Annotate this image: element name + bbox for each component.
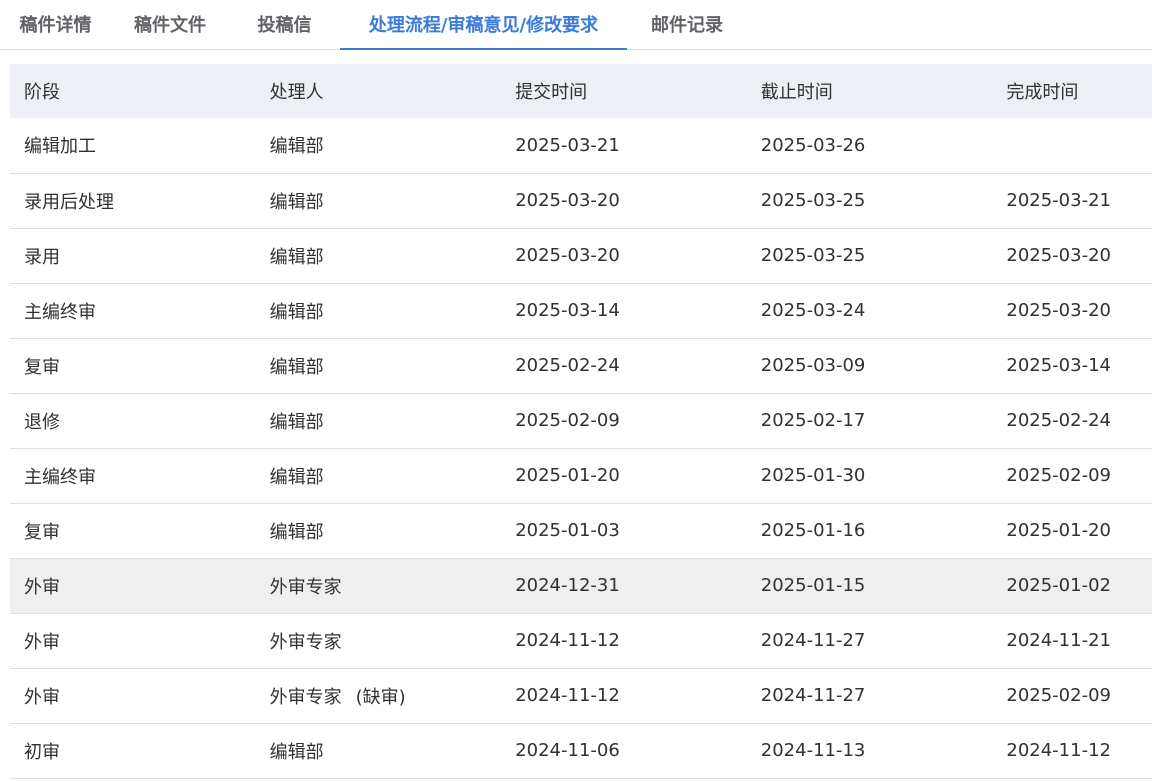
cell-stage: 主编终审: [24, 301, 96, 323]
cell-handler: 编辑部: [269, 136, 324, 158]
cell-handler: 编辑部: [269, 466, 324, 488]
cell-stage: 初审: [24, 741, 60, 763]
table-row[interactable]: 外审 外审专家 2024-11-12 2024-11-27 2024-11-21: [10, 613, 1152, 668]
cell-deadline: 2025-01-15: [760, 575, 866, 596]
cell-handler: 编辑部: [269, 411, 324, 433]
cell-deadline: 2024-11-27: [760, 685, 866, 706]
cell-submitted: 2024-12-31: [515, 575, 620, 596]
cell-deadline: 2025-01-16: [760, 520, 866, 541]
table-row[interactable]: 录用后处理 编辑部 2025-03-20 2025-03-25 2025-03-…: [10, 173, 1152, 228]
cell-handler: 编辑部: [269, 246, 324, 268]
cell-completed: 2025-03-20: [1006, 245, 1111, 266]
cell-submitted: 2024-11-12: [515, 630, 620, 651]
table-row[interactable]: 编辑加工 编辑部 2025-03-21 2025-03-26: [10, 118, 1152, 173]
cell-stage: 编辑加工: [24, 136, 96, 158]
cell-deadline: 2024-11-13: [760, 740, 866, 761]
cell-deadline: 2025-03-25: [760, 245, 866, 266]
cell-completed: 2025-03-14: [1006, 355, 1111, 376]
table-row-highlighted[interactable]: 外审 外审专家 2024-12-31 2025-01-15 2025-01-02: [10, 558, 1152, 613]
cell-stage: 复审: [24, 356, 60, 378]
tab-manuscript-files[interactable]: 稿件文件: [111, 0, 229, 50]
cell-completed: 2025-02-09: [1006, 685, 1111, 706]
cell-submitted: 2025-02-09: [515, 410, 620, 431]
table-row[interactable]: 录用 编辑部 2025-03-20 2025-03-25 2025-03-20: [10, 228, 1152, 283]
cell-deadline: 2024-11-27: [760, 630, 866, 651]
table-row[interactable]: 主编终审 编辑部 2025-01-20 2025-01-30 2025-02-0…: [10, 448, 1152, 503]
cell-stage: 退修: [24, 411, 60, 433]
cell-completed: 2025-01-20: [1006, 520, 1111, 541]
process-table-container: 阶段 处理人 提交时间 截止时间 完成时间 编辑加工 编辑部 2025-03-2…: [10, 64, 1152, 779]
cell-stage: 录用: [24, 246, 60, 268]
process-table: 阶段 处理人 提交时间 截止时间 完成时间 编辑加工 编辑部 2025-03-2…: [10, 64, 1152, 779]
tab-cover-letter[interactable]: 投稿信: [229, 0, 340, 50]
cell-submitted: 2025-01-03: [515, 520, 620, 541]
cell-deadline: 2025-03-24: [760, 300, 866, 321]
tab-process-review-revision[interactable]: 处理流程/审稿意见/修改要求: [340, 0, 627, 50]
cell-deadline: 2025-03-25: [760, 190, 866, 211]
cell-submitted: 2025-03-21: [515, 134, 620, 156]
cell-handler: 编辑部: [269, 191, 324, 213]
table-row[interactable]: 主编终审 编辑部 2025-03-14 2025-03-24 2025-03-2…: [10, 283, 1152, 338]
handler-name: 外审专家: [269, 686, 342, 708]
cell-handler: 外审专家: [269, 631, 342, 653]
cell-completed: 2024-11-21: [1006, 630, 1111, 651]
cell-handler: 编辑部: [269, 741, 324, 763]
table-row[interactable]: 外审 外审专家 (缺审) 2024-11-12 2024-11-27 2025-0…: [10, 668, 1152, 723]
cell-stage: 录用后处理: [24, 191, 114, 213]
table-row[interactable]: 复审 编辑部 2025-02-24 2025-03-09 2025-03-14: [10, 338, 1152, 393]
column-header-deadline: 截止时间: [760, 82, 833, 103]
cell-deadline: 2025-01-30: [760, 465, 866, 486]
table-row[interactable]: 初审 编辑部 2024-11-06 2024-11-13 2024-11-12: [10, 723, 1152, 778]
cell-stage: 复审: [24, 521, 60, 543]
cell-handler: 编辑部: [269, 356, 324, 378]
column-header-handler: 处理人: [269, 82, 324, 103]
column-header-completed-time: 完成时间: [1006, 82, 1079, 103]
cell-submitted: 2024-11-06: [515, 740, 620, 761]
cell-completed: 2025-03-21: [1006, 190, 1111, 211]
table-header-row: 阶段 处理人 提交时间 截止时间 完成时间: [10, 64, 1152, 118]
table-header: 阶段 处理人 提交时间 截止时间 完成时间: [10, 64, 1152, 118]
cell-deadline: 2025-03-26: [760, 134, 866, 156]
cell-submitted: 2025-03-14: [515, 300, 620, 321]
cell-submitted: 2025-03-20: [515, 245, 620, 266]
cell-submitted: 2025-02-24: [515, 355, 620, 376]
cell-handler: 外审专家: [269, 576, 342, 598]
cell-completed: 2025-02-24: [1006, 410, 1111, 431]
cell-completed: 2025-01-02: [1006, 575, 1111, 596]
cell-handler: 编辑部: [269, 301, 324, 323]
cell-deadline: 2025-02-17: [760, 410, 866, 431]
table-body: 编辑加工 编辑部 2025-03-21 2025-03-26 录用后处理 编辑部…: [10, 118, 1152, 778]
cell-completed: 2025-02-09: [1006, 465, 1111, 486]
cell-stage: 外审: [24, 686, 60, 708]
cell-completed: 2025-03-20: [1006, 300, 1111, 321]
cell-deadline: 2025-03-09: [760, 355, 866, 376]
cell-submitted: 2024-11-12: [515, 685, 620, 706]
tab-email-records[interactable]: 邮件记录: [627, 0, 747, 50]
cell-stage: 外审: [24, 631, 60, 653]
cell-handler: 编辑部: [269, 521, 324, 543]
cell-stage: 外审: [24, 576, 60, 598]
column-header-submitted-time: 提交时间: [515, 82, 588, 103]
column-header-stage: 阶段: [24, 82, 60, 103]
cell-handler: 外审专家 (缺审): [256, 668, 502, 723]
cell-completed: 2024-11-12: [1006, 740, 1111, 761]
tab-manuscript-details[interactable]: 稿件详情: [0, 0, 111, 50]
table-row[interactable]: 复审 编辑部 2025-01-03 2025-01-16 2025-01-20: [10, 503, 1152, 558]
table-row[interactable]: 退修 编辑部 2025-02-09 2025-02-17 2025-02-24: [10, 393, 1152, 448]
missing-review-note: (缺审): [355, 686, 406, 708]
cell-submitted: 2025-03-20: [515, 190, 620, 211]
cell-stage: 主编终审: [24, 466, 96, 488]
tab-bar: 稿件详情 稿件文件 投稿信 处理流程/审稿意见/修改要求 邮件记录: [0, 0, 1152, 50]
cell-completed: [992, 118, 1152, 173]
cell-submitted: 2025-01-20: [515, 465, 620, 486]
